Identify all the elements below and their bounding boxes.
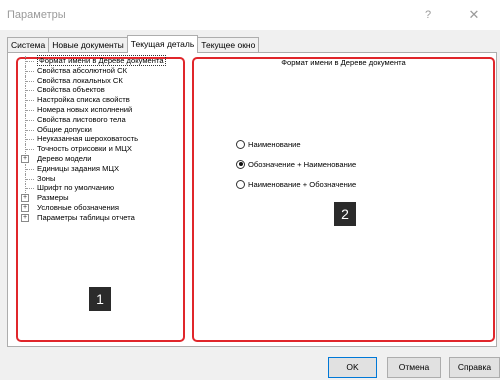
tree-item-property-list[interactable]: Настройка списка свойств bbox=[21, 95, 184, 106]
tree-item-version-numbers[interactable]: Номера новых исполнений bbox=[21, 104, 184, 115]
tree-item-absolute-cs[interactable]: Свойства абсолютной СК bbox=[21, 65, 184, 76]
tree-item-report-table[interactable]: + Параметры таблицы отчета bbox=[21, 213, 184, 223]
close-icon[interactable]: ✕ bbox=[466, 7, 482, 23]
expand-icon[interactable]: + bbox=[21, 213, 29, 222]
tab-current-part[interactable]: Текущая деталь bbox=[126, 35, 199, 53]
radio-button-selected[interactable] bbox=[236, 159, 245, 169]
settings-tree: Формат имени в Дереве документа Свойства… bbox=[21, 55, 184, 223]
tree-item-label: Свойства локальных СК bbox=[37, 75, 123, 85]
tab-system[interactable]: Система bbox=[7, 37, 50, 53]
tree-item-label: Условные обозначения bbox=[37, 202, 120, 212]
tree-item-mass-units[interactable]: Единицы задания МЦХ bbox=[21, 163, 184, 174]
radio-name-only[interactable]: Наименование bbox=[236, 138, 301, 150]
tree-item-label: Неуказанная шероховатость bbox=[37, 134, 139, 144]
tree-item-name-format[interactable]: Формат имени в Дереве документа bbox=[21, 55, 184, 66]
tree-item-general-tolerances[interactable]: Общие допуски bbox=[21, 124, 184, 135]
callout-badge-1: 1 bbox=[89, 287, 111, 311]
expand-icon[interactable]: + bbox=[21, 154, 29, 163]
format-panel-frame bbox=[192, 57, 495, 342]
help-icon[interactable]: ? bbox=[420, 7, 436, 23]
expand-icon[interactable]: + bbox=[21, 194, 29, 203]
tree-item-default-font[interactable]: Шрифт по умолчанию bbox=[21, 183, 184, 194]
window-title: Параметры bbox=[7, 9, 66, 21]
tree-item-label: Параметры таблицы отчета bbox=[37, 212, 135, 222]
tree-item-label: Точность отрисовки и МЦХ bbox=[37, 144, 132, 154]
ok-button[interactable]: OK bbox=[328, 357, 377, 378]
tree-item-label: Зоны bbox=[37, 173, 56, 183]
tree-item-label: Общие допуски bbox=[37, 124, 92, 134]
title-bar: Параметры ? ✕ bbox=[0, 0, 500, 30]
tree-item-object-properties[interactable]: Свойства объектов bbox=[21, 85, 184, 96]
tree-item-zones[interactable]: Зоны bbox=[21, 173, 184, 184]
tree-item-model-tree[interactable]: + Дерево модели bbox=[21, 154, 184, 164]
radio-designation-name[interactable]: Обозначение + Наименование bbox=[236, 158, 356, 170]
cancel-button[interactable]: Отмена bbox=[387, 357, 441, 378]
tree-item-label: Формат имени в Дереве документа bbox=[37, 55, 166, 66]
radio-name-designation[interactable]: Наименование + Обозначение bbox=[236, 178, 356, 190]
radio-label: Наименование bbox=[248, 139, 301, 149]
tree-item-local-cs[interactable]: Свойства локальных СК bbox=[21, 75, 184, 86]
tree-item-label: Шрифт по умолчанию bbox=[37, 183, 115, 193]
tree-item-label: Свойства абсолютной СК bbox=[37, 65, 127, 75]
help-button[interactable]: Справка bbox=[449, 357, 500, 378]
tree-item-render-accuracy[interactable]: Точность отрисовки и МЦХ bbox=[21, 144, 184, 155]
radio-button[interactable] bbox=[236, 179, 245, 189]
tree-item-symbols[interactable]: + Условные обозначения bbox=[21, 203, 184, 213]
expand-icon[interactable]: + bbox=[21, 203, 29, 212]
tree-item-label: Номера новых исполнений bbox=[37, 104, 133, 114]
tree-item-label: Дерево модели bbox=[37, 153, 92, 163]
tree-item-sheet-body[interactable]: Свойства листового тела bbox=[21, 114, 184, 125]
tree-item-label: Единицы задания МЦХ bbox=[37, 163, 120, 173]
format-panel-title: Формат имени в Дереве документа bbox=[281, 58, 406, 67]
radio-label: Наименование + Обозначение bbox=[248, 179, 357, 189]
tree-item-label: Свойства объектов bbox=[37, 85, 105, 95]
tree-item-label: Настройка списка свойств bbox=[37, 95, 130, 105]
callout-badge-2: 2 bbox=[334, 202, 356, 226]
radio-label: Обозначение + Наименование bbox=[248, 159, 357, 169]
tree-item-label: Размеры bbox=[37, 193, 69, 203]
tree-item-label: Свойства листового тела bbox=[37, 114, 126, 124]
tree-item-roughness[interactable]: Неуказанная шероховатость bbox=[21, 134, 184, 145]
tab-strip: Система Новые документы Текущая деталь Т… bbox=[7, 35, 260, 53]
tab-current-window[interactable]: Текущее окно bbox=[197, 37, 260, 53]
tree-item-dimensions[interactable]: + Размеры bbox=[21, 193, 184, 203]
radio-button[interactable] bbox=[236, 139, 245, 149]
tab-new-documents[interactable]: Новые документы bbox=[48, 37, 128, 53]
